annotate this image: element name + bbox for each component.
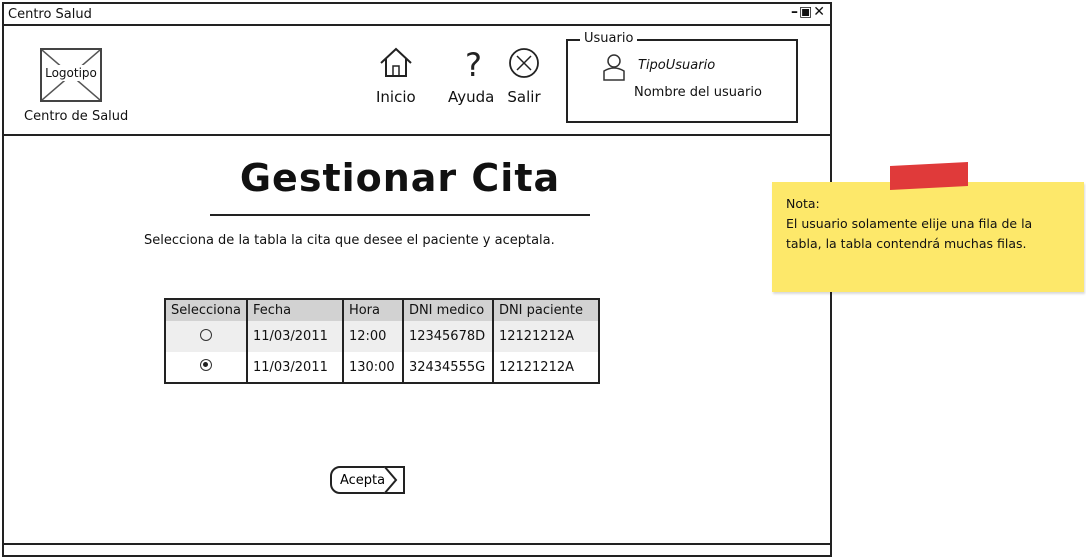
user-name: Nombre del usuario bbox=[634, 85, 762, 100]
question-icon: ? bbox=[465, 46, 482, 84]
column-header: DNI medico bbox=[402, 299, 494, 321]
app-header: Logotipo Centro de Salud Inicio ? Ayuda … bbox=[4, 26, 830, 136]
arrow-tip-icon bbox=[384, 466, 398, 494]
status-bar-divider bbox=[4, 543, 830, 545]
svg-text:?: ? bbox=[465, 46, 482, 78]
nav-home-label: Inicio bbox=[376, 88, 416, 106]
cell-dni-paciente: 12121212A bbox=[492, 352, 600, 383]
note-body: El usuario solamente elije una fila de l… bbox=[786, 216, 1033, 251]
title-divider bbox=[210, 214, 590, 216]
note-tape bbox=[890, 161, 968, 191]
cell-fecha: 11/03/2011 bbox=[246, 352, 344, 383]
column-header: DNI paciente bbox=[492, 299, 600, 321]
user-panel: Usuario TipoUsuario Nombre del usuario bbox=[566, 31, 798, 123]
title-bar: Centro Salud –▣✕ bbox=[4, 4, 830, 26]
column-header: Hora bbox=[342, 299, 404, 321]
logo-text: Logotipo bbox=[45, 65, 97, 81]
cell-hora: 130:00 bbox=[342, 352, 404, 383]
nav-exit-button[interactable]: Salir bbox=[504, 46, 544, 106]
column-header: Selecciona bbox=[165, 299, 248, 321]
user-type: TipoUsuario bbox=[638, 58, 716, 73]
instruction-text: Selecciona de la tabla la cita que desee… bbox=[144, 233, 555, 248]
home-icon bbox=[380, 47, 412, 77]
cell-dni-medico: 32434555G bbox=[402, 352, 494, 383]
nav-help-label: Ayuda bbox=[448, 88, 495, 106]
appointments-table: Selecciona Fecha Hora DNI medico DNI pac… bbox=[164, 298, 600, 384]
user-icon bbox=[603, 54, 625, 81]
nav-help-button[interactable]: ? Ayuda bbox=[448, 46, 494, 106]
nav-exit-label: Salir bbox=[507, 88, 541, 106]
row-select-radio[interactable] bbox=[199, 328, 212, 341]
app-window: Centro Salud –▣✕ Logotipo Centro de Salu… bbox=[2, 2, 832, 557]
window-title: Centro Salud bbox=[8, 7, 92, 22]
row-select-radio[interactable] bbox=[199, 359, 212, 371]
logo: Logotipo bbox=[40, 48, 102, 102]
table-header-row: Selecciona Fecha Hora DNI medico DNI pac… bbox=[165, 299, 600, 321]
window-controls[interactable]: –▣✕ bbox=[791, 4, 826, 20]
select-cell[interactable] bbox=[165, 321, 248, 352]
note-heading: Nota: bbox=[786, 196, 820, 211]
user-panel-legend: Usuario bbox=[580, 31, 638, 46]
table-row[interactable]: 11/03/2011 130:00 32434555G 12121212A bbox=[165, 352, 600, 383]
select-cell[interactable] bbox=[165, 352, 248, 383]
sticky-note: Nota: El usuario solamente elije una fil… bbox=[772, 182, 1084, 292]
center-name: Centro de Salud bbox=[24, 109, 129, 124]
column-header: Fecha bbox=[246, 299, 344, 321]
page-title: Gestionar Cita bbox=[239, 156, 561, 200]
cell-hora: 12:00 bbox=[342, 321, 404, 352]
cell-dni-paciente: 12121212A bbox=[492, 321, 600, 352]
nav-home-button[interactable]: Inicio bbox=[376, 46, 416, 106]
cell-fecha: 11/03/2011 bbox=[246, 321, 344, 352]
table-row[interactable]: 11/03/2011 12:00 12345678D 12121212A bbox=[165, 321, 600, 352]
close-circle-icon bbox=[509, 48, 539, 78]
cell-dni-medico: 12345678D bbox=[402, 321, 494, 352]
